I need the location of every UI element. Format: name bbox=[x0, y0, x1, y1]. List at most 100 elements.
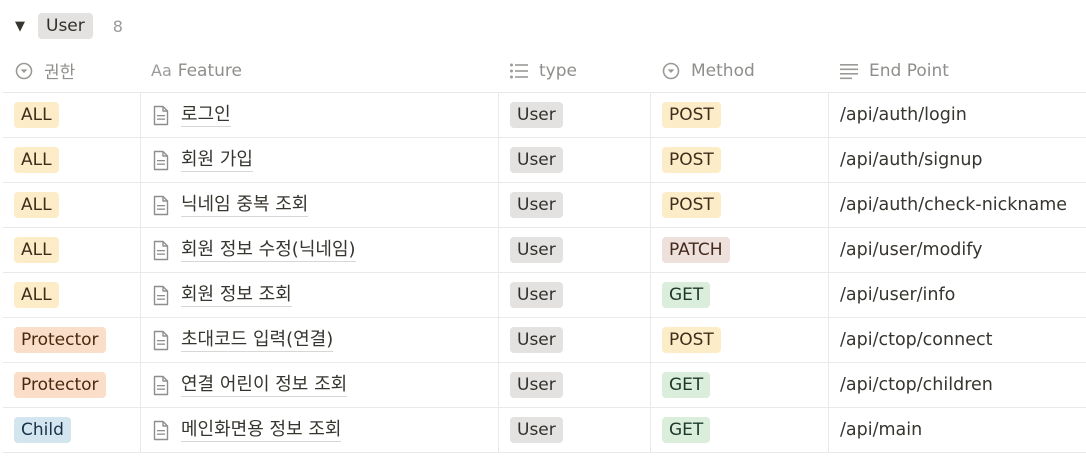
type-tag: User bbox=[510, 192, 563, 218]
method-cell[interactable]: POST bbox=[650, 138, 828, 182]
column-header-method[interactable]: Method bbox=[650, 49, 828, 92]
column-header-endpoint[interactable]: End Point bbox=[828, 49, 1086, 92]
endpoint-cell[interactable]: /api/auth/check-nickname bbox=[828, 183, 1086, 227]
page-document-icon bbox=[152, 374, 172, 396]
page-document-icon bbox=[152, 419, 172, 441]
endpoint-cell[interactable]: /api/auth/signup bbox=[828, 138, 1086, 182]
method-tag: GET bbox=[662, 282, 711, 308]
method-cell[interactable]: POST bbox=[650, 318, 828, 362]
type-cell[interactable]: User bbox=[498, 273, 650, 317]
type-cell[interactable]: User bbox=[498, 408, 650, 452]
type-tag: User bbox=[510, 102, 563, 128]
method-cell[interactable]: GET bbox=[650, 273, 828, 317]
feature-link[interactable]: 회원 정보 조회 bbox=[181, 284, 292, 307]
feature-cell[interactable]: 회원 정보 수정(닉네임) bbox=[140, 228, 498, 272]
endpoint-cell[interactable]: /api/user/info bbox=[828, 273, 1086, 317]
feature-link[interactable]: 초대코드 입력(연결) bbox=[181, 329, 334, 352]
role-tag: ALL bbox=[14, 282, 59, 308]
feature-cell[interactable]: 메인화면용 정보 조회 bbox=[140, 408, 498, 452]
page-document-icon bbox=[152, 149, 172, 171]
type-cell[interactable]: User bbox=[498, 363, 650, 407]
role-tag: ALL bbox=[14, 237, 59, 263]
role-cell[interactable]: Protector bbox=[3, 363, 140, 407]
group-name-chip[interactable]: User bbox=[38, 13, 93, 39]
role-cell[interactable]: ALL bbox=[3, 93, 140, 137]
role-cell[interactable]: Child bbox=[3, 408, 140, 452]
method-cell[interactable]: GET bbox=[650, 408, 828, 452]
database-table: 권한 Aa Feature type Method End Point ALL 로… bbox=[3, 49, 1086, 453]
feature-cell[interactable]: 회원 가입 bbox=[140, 138, 498, 182]
endpoint-text: /api/main bbox=[840, 420, 923, 440]
role-cell[interactable]: ALL bbox=[3, 183, 140, 227]
method-cell[interactable]: PATCH bbox=[650, 228, 828, 272]
page-document-icon bbox=[152, 194, 172, 216]
method-tag: GET bbox=[662, 372, 711, 398]
table-row[interactable]: Protector 연결 어린이 정보 조회 User GET/api/ctop/ch… bbox=[3, 363, 1086, 408]
endpoint-text: /api/auth/login bbox=[840, 105, 967, 125]
feature-cell[interactable]: 연결 어린이 정보 조회 bbox=[140, 363, 498, 407]
type-cell[interactable]: User bbox=[498, 318, 650, 362]
type-cell[interactable]: User bbox=[498, 228, 650, 272]
type-tag: User bbox=[510, 327, 563, 353]
feature-cell[interactable]: 초대코드 입력(연결) bbox=[140, 318, 498, 362]
column-header-feature[interactable]: Aa Feature bbox=[140, 49, 498, 92]
method-cell[interactable]: POST bbox=[650, 183, 828, 227]
feature-cell[interactable]: 회원 정보 조회 bbox=[140, 273, 498, 317]
column-header-role[interactable]: 권한 bbox=[3, 49, 140, 92]
endpoint-cell[interactable]: /api/ctop/children bbox=[828, 363, 1086, 407]
group-header: ▼ User 8 bbox=[12, 11, 123, 41]
table-row[interactable]: ALL 닉네임 중복 조회 User POST/api/auth/check-nick… bbox=[3, 183, 1086, 228]
table-row[interactable]: ALL 회원 정보 수정(닉네임) User PATCH/api/user/modif… bbox=[3, 228, 1086, 273]
role-tag: ALL bbox=[14, 147, 59, 173]
page-document-icon bbox=[152, 104, 172, 126]
table-row[interactable]: ALL 회원 정보 조회 User GET/api/user/info bbox=[3, 273, 1086, 318]
page-document-icon bbox=[152, 329, 172, 351]
text-lines-icon bbox=[839, 61, 859, 81]
feature-link[interactable]: 회원 가입 bbox=[181, 149, 253, 172]
endpoint-text: /api/auth/signup bbox=[840, 150, 983, 170]
type-tag: User bbox=[510, 372, 563, 398]
role-tag: Protector bbox=[14, 327, 106, 353]
role-cell[interactable]: ALL bbox=[3, 273, 140, 317]
feature-link[interactable]: 닉네임 중복 조회 bbox=[181, 194, 309, 217]
type-tag: User bbox=[510, 417, 563, 443]
table-row[interactable]: Child 메인화면용 정보 조회 User GET/api/main bbox=[3, 408, 1086, 453]
method-tag: PATCH bbox=[662, 237, 730, 263]
role-tag: Child bbox=[14, 417, 71, 443]
feature-cell[interactable]: 로그인 bbox=[140, 93, 498, 137]
column-header-type[interactable]: type bbox=[498, 49, 650, 92]
method-cell[interactable]: GET bbox=[650, 363, 828, 407]
feature-cell[interactable]: 닉네임 중복 조회 bbox=[140, 183, 498, 227]
endpoint-cell[interactable]: /api/user/modify bbox=[828, 228, 1086, 272]
feature-link[interactable]: 회원 정보 수정(닉네임) bbox=[181, 239, 356, 262]
method-tag: POST bbox=[662, 147, 721, 173]
endpoint-text: /api/auth/check-nickname bbox=[840, 195, 1068, 215]
table-row[interactable]: ALL 로그인 User POST/api/auth/login bbox=[3, 93, 1086, 138]
method-cell[interactable]: POST bbox=[650, 93, 828, 137]
type-cell[interactable]: User bbox=[498, 138, 650, 182]
method-tag: GET bbox=[662, 417, 711, 443]
type-tag: User bbox=[510, 282, 563, 308]
feature-link[interactable]: 연결 어린이 정보 조회 bbox=[181, 374, 348, 397]
role-cell[interactable]: ALL bbox=[3, 228, 140, 272]
list-icon bbox=[509, 61, 529, 81]
table-row[interactable]: Protector 초대코드 입력(연결) User POST/api/ctop/co… bbox=[3, 318, 1086, 363]
method-tag: POST bbox=[662, 327, 721, 353]
method-tag: POST bbox=[662, 102, 721, 128]
type-cell[interactable]: User bbox=[498, 183, 650, 227]
type-cell[interactable]: User bbox=[498, 93, 650, 137]
type-tag: User bbox=[510, 237, 563, 263]
endpoint-cell[interactable]: /api/main bbox=[828, 408, 1086, 452]
role-cell[interactable]: ALL bbox=[3, 138, 140, 182]
endpoint-cell[interactable]: /api/auth/login bbox=[828, 93, 1086, 137]
endpoint-cell[interactable]: /api/ctop/connect bbox=[828, 318, 1086, 362]
table-header-row: 권한 Aa Feature type Method End Point bbox=[3, 49, 1086, 93]
role-cell[interactable]: Protector bbox=[3, 318, 140, 362]
table-row[interactable]: ALL 회원 가입 User POST/api/auth/signup bbox=[3, 138, 1086, 183]
title-aa-icon: Aa bbox=[151, 61, 172, 80]
select-icon bbox=[661, 61, 681, 81]
endpoint-text: /api/ctop/connect bbox=[840, 330, 993, 350]
feature-link[interactable]: 메인화면용 정보 조회 bbox=[181, 419, 342, 442]
feature-link[interactable]: 로그인 bbox=[181, 104, 231, 127]
collapse-triangle-icon[interactable]: ▼ bbox=[12, 18, 28, 34]
